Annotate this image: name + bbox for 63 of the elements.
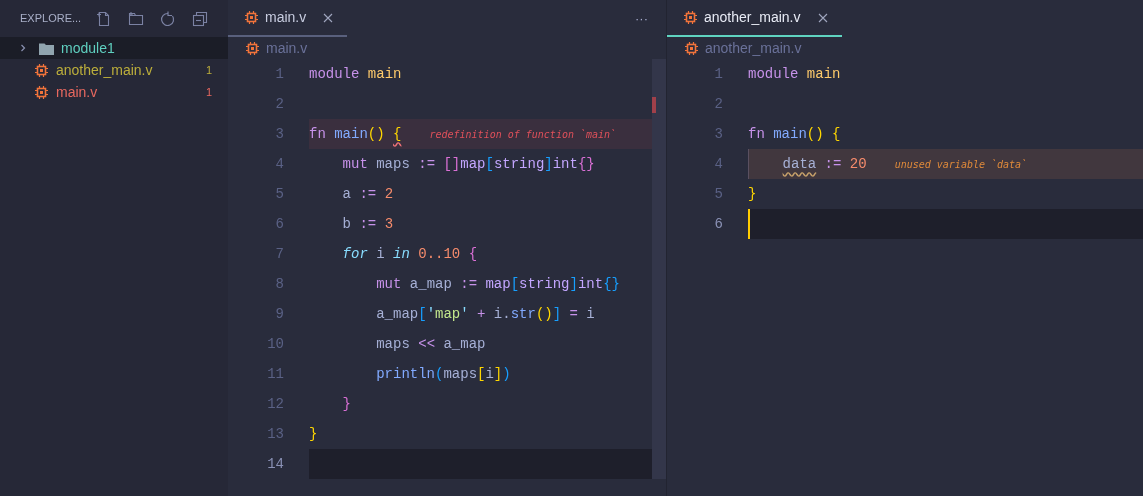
- file-name: another_main.v: [56, 60, 154, 80]
- folder-icon: [39, 41, 54, 55]
- code-line: fn main() {: [748, 124, 841, 144]
- code-line: fn main() {: [309, 124, 402, 144]
- code-line: data := 20: [781, 154, 867, 174]
- editor-tab[interactable]: main.v: [228, 0, 348, 37]
- refresh-icon: [160, 10, 176, 27]
- line-number: 6: [274, 214, 285, 234]
- more-actions-button[interactable]: ···: [635, 8, 648, 29]
- code-line: }: [309, 424, 318, 444]
- line-number: 2: [713, 94, 724, 114]
- code-line: a_map['map' + i.str()] = i: [375, 304, 595, 324]
- sidebar-title: EXPLORE...: [20, 11, 83, 27]
- line-number: 5: [713, 184, 724, 204]
- code-line: maps << a_map: [375, 334, 486, 354]
- chip-icon: [35, 85, 48, 99]
- line-number: 4: [713, 154, 724, 174]
- problem-count: 1: [205, 62, 212, 78]
- line-number: 14: [266, 454, 285, 474]
- line-number: 3: [274, 124, 285, 144]
- line-number: 9: [274, 304, 285, 324]
- close-icon: [817, 12, 828, 23]
- code-line: mut a_map := map[string]int{}: [375, 274, 620, 294]
- line-number: 7: [274, 244, 285, 264]
- line-number: 3: [713, 124, 724, 144]
- chip-icon: [35, 63, 48, 77]
- diagnostic-marker: [652, 97, 656, 113]
- chevron-right-icon: [19, 44, 27, 52]
- line-number: 5: [274, 184, 285, 204]
- code-line: }: [341, 394, 351, 414]
- chip-icon: [685, 41, 698, 55]
- code-line: mut maps := []map[string]int{}: [341, 154, 595, 174]
- collapse-all-icon: [192, 10, 208, 27]
- new-file-icon: [96, 10, 112, 27]
- code-line: }: [748, 184, 757, 204]
- line-number: 13: [266, 424, 285, 444]
- close-icon: [323, 12, 334, 23]
- code-line: for i in 0..10 {: [341, 244, 478, 264]
- chip-icon: [684, 11, 697, 24]
- diagnostic-message: unused variable `data`: [894, 157, 1028, 172]
- code-line: println(maps[i]): [375, 364, 511, 384]
- folder-name: module1: [61, 38, 115, 58]
- line-number: 6: [713, 214, 724, 234]
- line-number: 11: [266, 364, 285, 384]
- code-line: a := 2: [341, 184, 394, 204]
- chip-icon: [245, 11, 258, 24]
- diagnostic-message: redefinition of function `main`: [429, 127, 617, 142]
- line-number: 4: [274, 154, 285, 174]
- code-line: module main: [748, 64, 841, 84]
- line-number: 1: [713, 64, 724, 84]
- line-number: 1: [274, 64, 285, 84]
- file-name: main.v: [56, 82, 99, 102]
- code-line: module main: [309, 64, 402, 84]
- new-folder-icon: [128, 10, 144, 27]
- line-number: 2: [274, 94, 285, 114]
- editor-tab[interactable]: another_main.v: [667, 0, 842, 37]
- code-line: b := 3: [341, 214, 394, 234]
- line-number: 8: [274, 274, 285, 294]
- tree-item[interactable]: module1: [0, 37, 228, 59]
- chip-icon: [246, 41, 259, 55]
- problem-count: 1: [205, 84, 212, 100]
- line-number: 12: [266, 394, 285, 414]
- line-number: 10: [266, 334, 285, 354]
